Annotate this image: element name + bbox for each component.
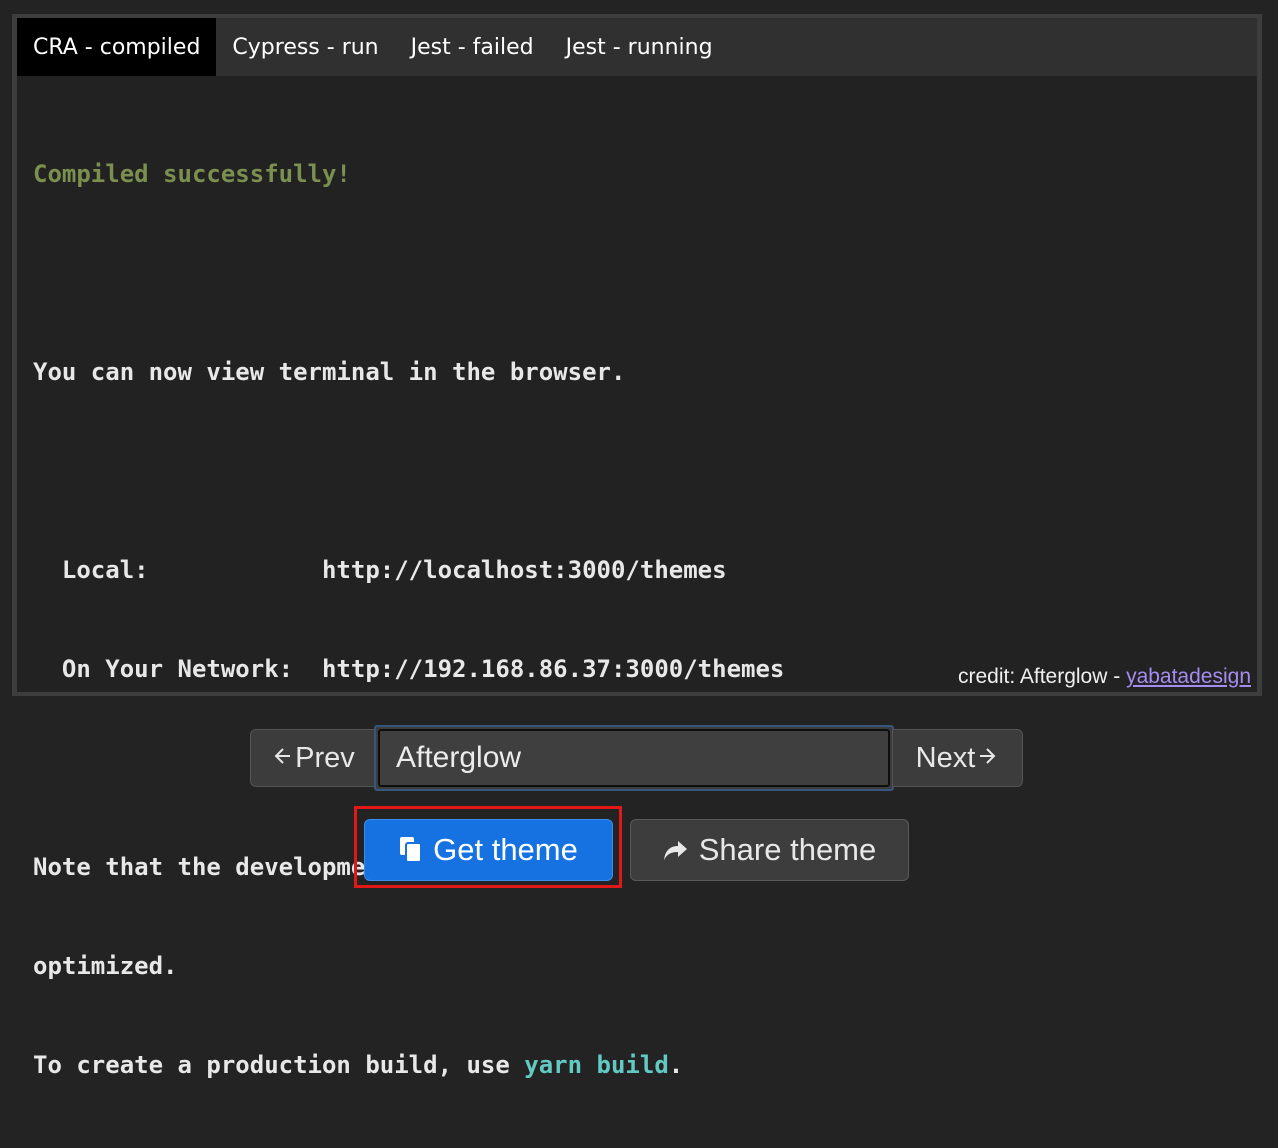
credit-link[interactable]: yabatadesign <box>1126 665 1251 688</box>
theme-name-field[interactable]: Afterglow <box>374 725 894 791</box>
next-button[interactable]: Next <box>892 729 1023 787</box>
copy-icon <box>399 836 423 864</box>
note-line-2: optimized. <box>33 952 178 980</box>
local-label: Local: <box>33 556 322 584</box>
share-theme-label: Share theme <box>698 832 877 867</box>
yarn-build-command: yarn build <box>524 1051 669 1079</box>
production-suffix: . <box>668 1051 684 1079</box>
get-theme-button[interactable]: Get theme <box>364 819 613 881</box>
credit-line: credit: Afterglow - yabatadesign <box>958 665 1251 689</box>
network-url: http://192.168.86.37:3000/themes <box>321 655 785 683</box>
prev-label: Prev <box>295 741 355 774</box>
local-url: http://localhost:3000/themes <box>321 556 727 584</box>
credit-prefix: credit: Afterglow - <box>958 665 1127 688</box>
arrow-right-icon <box>977 743 997 774</box>
terminal-frame: CRA - compiled Cypress - run Jest - fail… <box>12 14 1262 1079</box>
tab-jest-failed[interactable]: Jest - failed <box>395 18 550 76</box>
share-arrow-icon <box>663 838 689 862</box>
local-line: Local: http://localhost:3000/themes <box>33 554 1247 587</box>
tab-cra-compiled[interactable]: CRA - compiled <box>17 18 217 76</box>
arrow-left-icon <box>273 743 293 774</box>
production-line: To create a production build, use yarn b… <box>33 1049 1247 1082</box>
view-line: You can now view terminal in the browser… <box>33 358 626 386</box>
prev-button[interactable]: Prev <box>250 729 376 787</box>
theme-name-value[interactable]: Afterglow <box>378 729 890 787</box>
network-label: On Your Network: <box>33 655 322 683</box>
production-prefix: To create a production build, use <box>33 1051 525 1079</box>
next-label: Next <box>915 741 976 774</box>
compiled-message: Compiled successfully! <box>33 160 351 188</box>
tab-bar: CRA - compiled Cypress - run Jest - fail… <box>17 18 1257 76</box>
terminal-output: Compiled successfully! You can now view … <box>33 92 1247 1148</box>
theme-navigator: Prev Afterglow Next <box>250 725 1023 791</box>
terminal-window: CRA - compiled Cypress - run Jest - fail… <box>17 18 1257 1079</box>
tab-cypress-run[interactable]: Cypress - run <box>216 18 394 76</box>
get-theme-label: Get theme <box>433 832 578 867</box>
tab-jest-running[interactable]: Jest - running <box>550 18 729 76</box>
share-theme-button[interactable]: Share theme <box>630 819 909 881</box>
